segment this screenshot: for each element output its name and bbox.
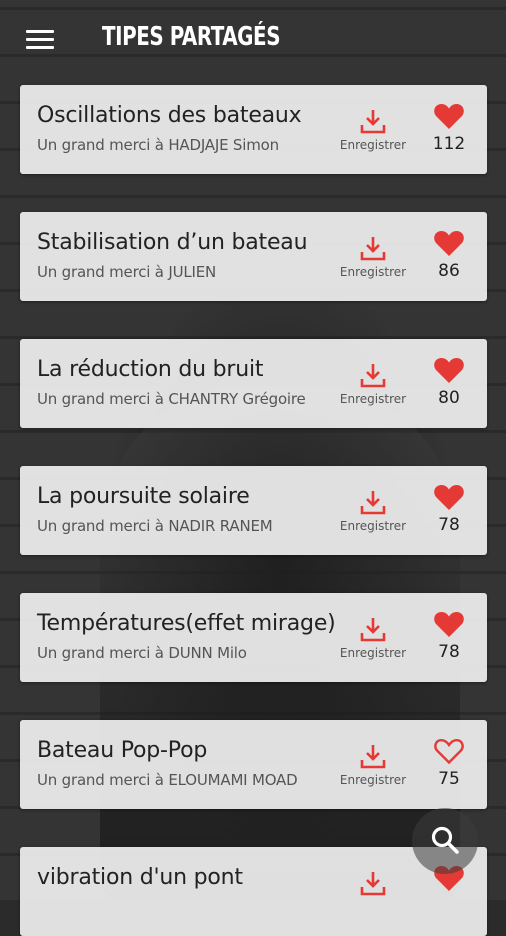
- download-label: Enregistrer: [339, 646, 407, 660]
- download-icon: [360, 237, 386, 261]
- download-button[interactable]: Enregistrer: [339, 361, 407, 411]
- like-button[interactable]: 78: [430, 483, 468, 535]
- list-item[interactable]: Oscillations des bateaux Un grand merci …: [20, 85, 487, 174]
- hamburger-menu-icon[interactable]: [26, 30, 54, 50]
- list-item[interactable]: La poursuite solaire Un grand merci à NA…: [20, 466, 487, 555]
- like-count: 75: [438, 769, 460, 789]
- tip-credit: Un grand merci à DUNN Milo: [37, 644, 247, 662]
- like-button[interactable]: 112: [430, 102, 468, 154]
- like-count: 112: [432, 134, 466, 154]
- download-button[interactable]: [339, 869, 407, 919]
- list-item[interactable]: Stabilisation d’un bateau Un grand merci…: [20, 212, 487, 301]
- heart-outline-icon: [434, 738, 464, 765]
- tip-title: Oscillations des bateaux: [37, 103, 302, 128]
- tip-title: Stabilisation d’un bateau: [37, 230, 308, 255]
- tip-credit: Un grand merci à ELOUMAMI MOAD: [37, 771, 298, 789]
- tip-title: Bateau Pop-Pop: [37, 738, 208, 763]
- tip-title: La poursuite solaire: [37, 484, 250, 509]
- like-button[interactable]: 78: [430, 610, 468, 662]
- list-item[interactable]: La réduction du bruit Un grand merci à C…: [20, 339, 487, 428]
- download-label: Enregistrer: [339, 773, 407, 787]
- like-count: 78: [438, 642, 460, 662]
- tip-credit: Un grand merci à HADJAJE Simon: [37, 136, 279, 154]
- app-bar: TIPES PARTAGÉS: [0, 0, 506, 80]
- like-count: 78: [438, 515, 460, 535]
- download-icon: [360, 872, 386, 896]
- heart-filled-icon: [434, 358, 464, 383]
- heart-filled-icon: [434, 104, 464, 129]
- like-count: 80: [438, 388, 460, 408]
- heart-filled-icon: [434, 485, 464, 510]
- like-button[interactable]: 75: [430, 737, 468, 789]
- like-button[interactable]: 80: [430, 356, 468, 408]
- download-icon: [360, 364, 386, 388]
- like-button[interactable]: 86: [430, 229, 468, 281]
- download-icon: [360, 745, 386, 769]
- download-button[interactable]: Enregistrer: [339, 742, 407, 792]
- download-button[interactable]: Enregistrer: [339, 107, 407, 157]
- heart-filled-icon: [434, 612, 464, 637]
- download-label: Enregistrer: [339, 519, 407, 533]
- tip-title: vibration d'un pont: [37, 865, 243, 890]
- search-button[interactable]: [412, 808, 478, 874]
- tip-credit: Un grand merci à JULIEN: [37, 263, 217, 281]
- download-icon: [360, 491, 386, 515]
- tip-credit: Un grand merci à NADIR RANEM: [37, 517, 273, 535]
- search-icon: [431, 826, 459, 854]
- tip-title: La réduction du bruit: [37, 357, 264, 382]
- download-button[interactable]: Enregistrer: [339, 488, 407, 538]
- tip-credit: Un grand merci à CHANTRY Grégoire: [37, 390, 306, 408]
- page-title: TIPES PARTAGÉS: [102, 22, 281, 52]
- tip-title: Températures(effet mirage): [37, 611, 336, 636]
- download-icon: [360, 618, 386, 642]
- download-label: Enregistrer: [339, 265, 407, 279]
- like-count: 86: [438, 261, 460, 281]
- download-label: Enregistrer: [339, 392, 407, 406]
- download-icon: [360, 110, 386, 134]
- download-label: Enregistrer: [339, 138, 407, 152]
- heart-filled-icon: [434, 231, 464, 256]
- download-button[interactable]: Enregistrer: [339, 615, 407, 665]
- download-button[interactable]: Enregistrer: [339, 234, 407, 284]
- list-item[interactable]: vibration d'un pont: [20, 847, 487, 936]
- list-item[interactable]: Températures(effet mirage) Un grand merc…: [20, 593, 487, 682]
- list-item[interactable]: Bateau Pop-Pop Un grand merci à ELOUMAMI…: [20, 720, 487, 809]
